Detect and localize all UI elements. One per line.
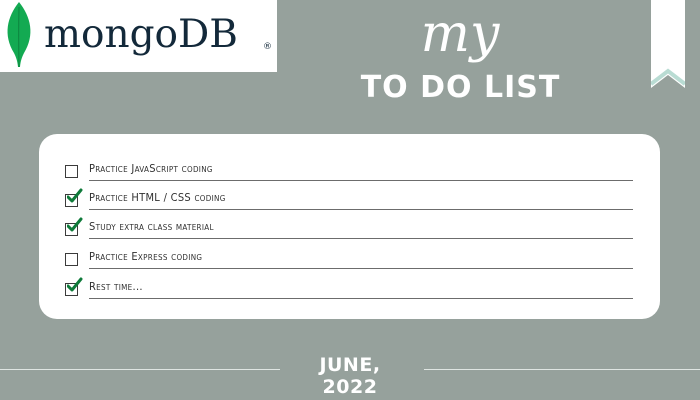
checkmark-icon: [67, 217, 83, 232]
checkbox-icon[interactable]: [65, 188, 83, 207]
task-label: Practice Express coding: [89, 250, 203, 263]
task-item-1[interactable]: Practice HTML / CSS coding: [65, 188, 633, 213]
task-label: Practice JavaScript coding: [89, 162, 213, 175]
checkbox-icon[interactable]: [65, 277, 83, 296]
task-underline: [89, 298, 633, 299]
checkmark-icon: [67, 188, 83, 203]
footer-divider-right: [424, 369, 700, 370]
logo-wordmark: mongoDB: [44, 12, 238, 57]
task-label: Study extra class material: [89, 220, 214, 233]
checkbox-icon[interactable]: [65, 165, 78, 178]
task-item-2[interactable]: Study extra class material: [65, 217, 633, 242]
task-underline: [89, 209, 633, 210]
logo-box: mongoDB ®: [0, 0, 277, 72]
page-title: TO DO LIST: [360, 70, 561, 105]
bookmark-ribbon-icon: [651, 0, 685, 88]
script-title: my: [420, 4, 500, 64]
checkbox-icon[interactable]: [65, 217, 83, 236]
footer-date: JUNE, 2022: [319, 354, 381, 398]
checkmark-icon: [67, 277, 83, 292]
task-item-3[interactable]: Practice Express coding: [65, 250, 633, 272]
task-label: Rest time...: [89, 280, 143, 293]
task-underline: [89, 180, 633, 181]
task-item-4[interactable]: Rest time...: [65, 277, 633, 302]
mongodb-leaf-icon: [7, 2, 31, 68]
task-item-0[interactable]: Practice JavaScript coding: [65, 162, 633, 184]
footer-divider-left: [0, 369, 280, 370]
todo-card: Practice JavaScript coding Practice HTML…: [39, 134, 660, 319]
task-underline: [89, 268, 633, 269]
task-underline: [89, 238, 633, 239]
registered-mark: ®: [263, 42, 272, 52]
task-label: Practice HTML / CSS coding: [89, 191, 226, 204]
checkbox-icon[interactable]: [65, 253, 78, 266]
